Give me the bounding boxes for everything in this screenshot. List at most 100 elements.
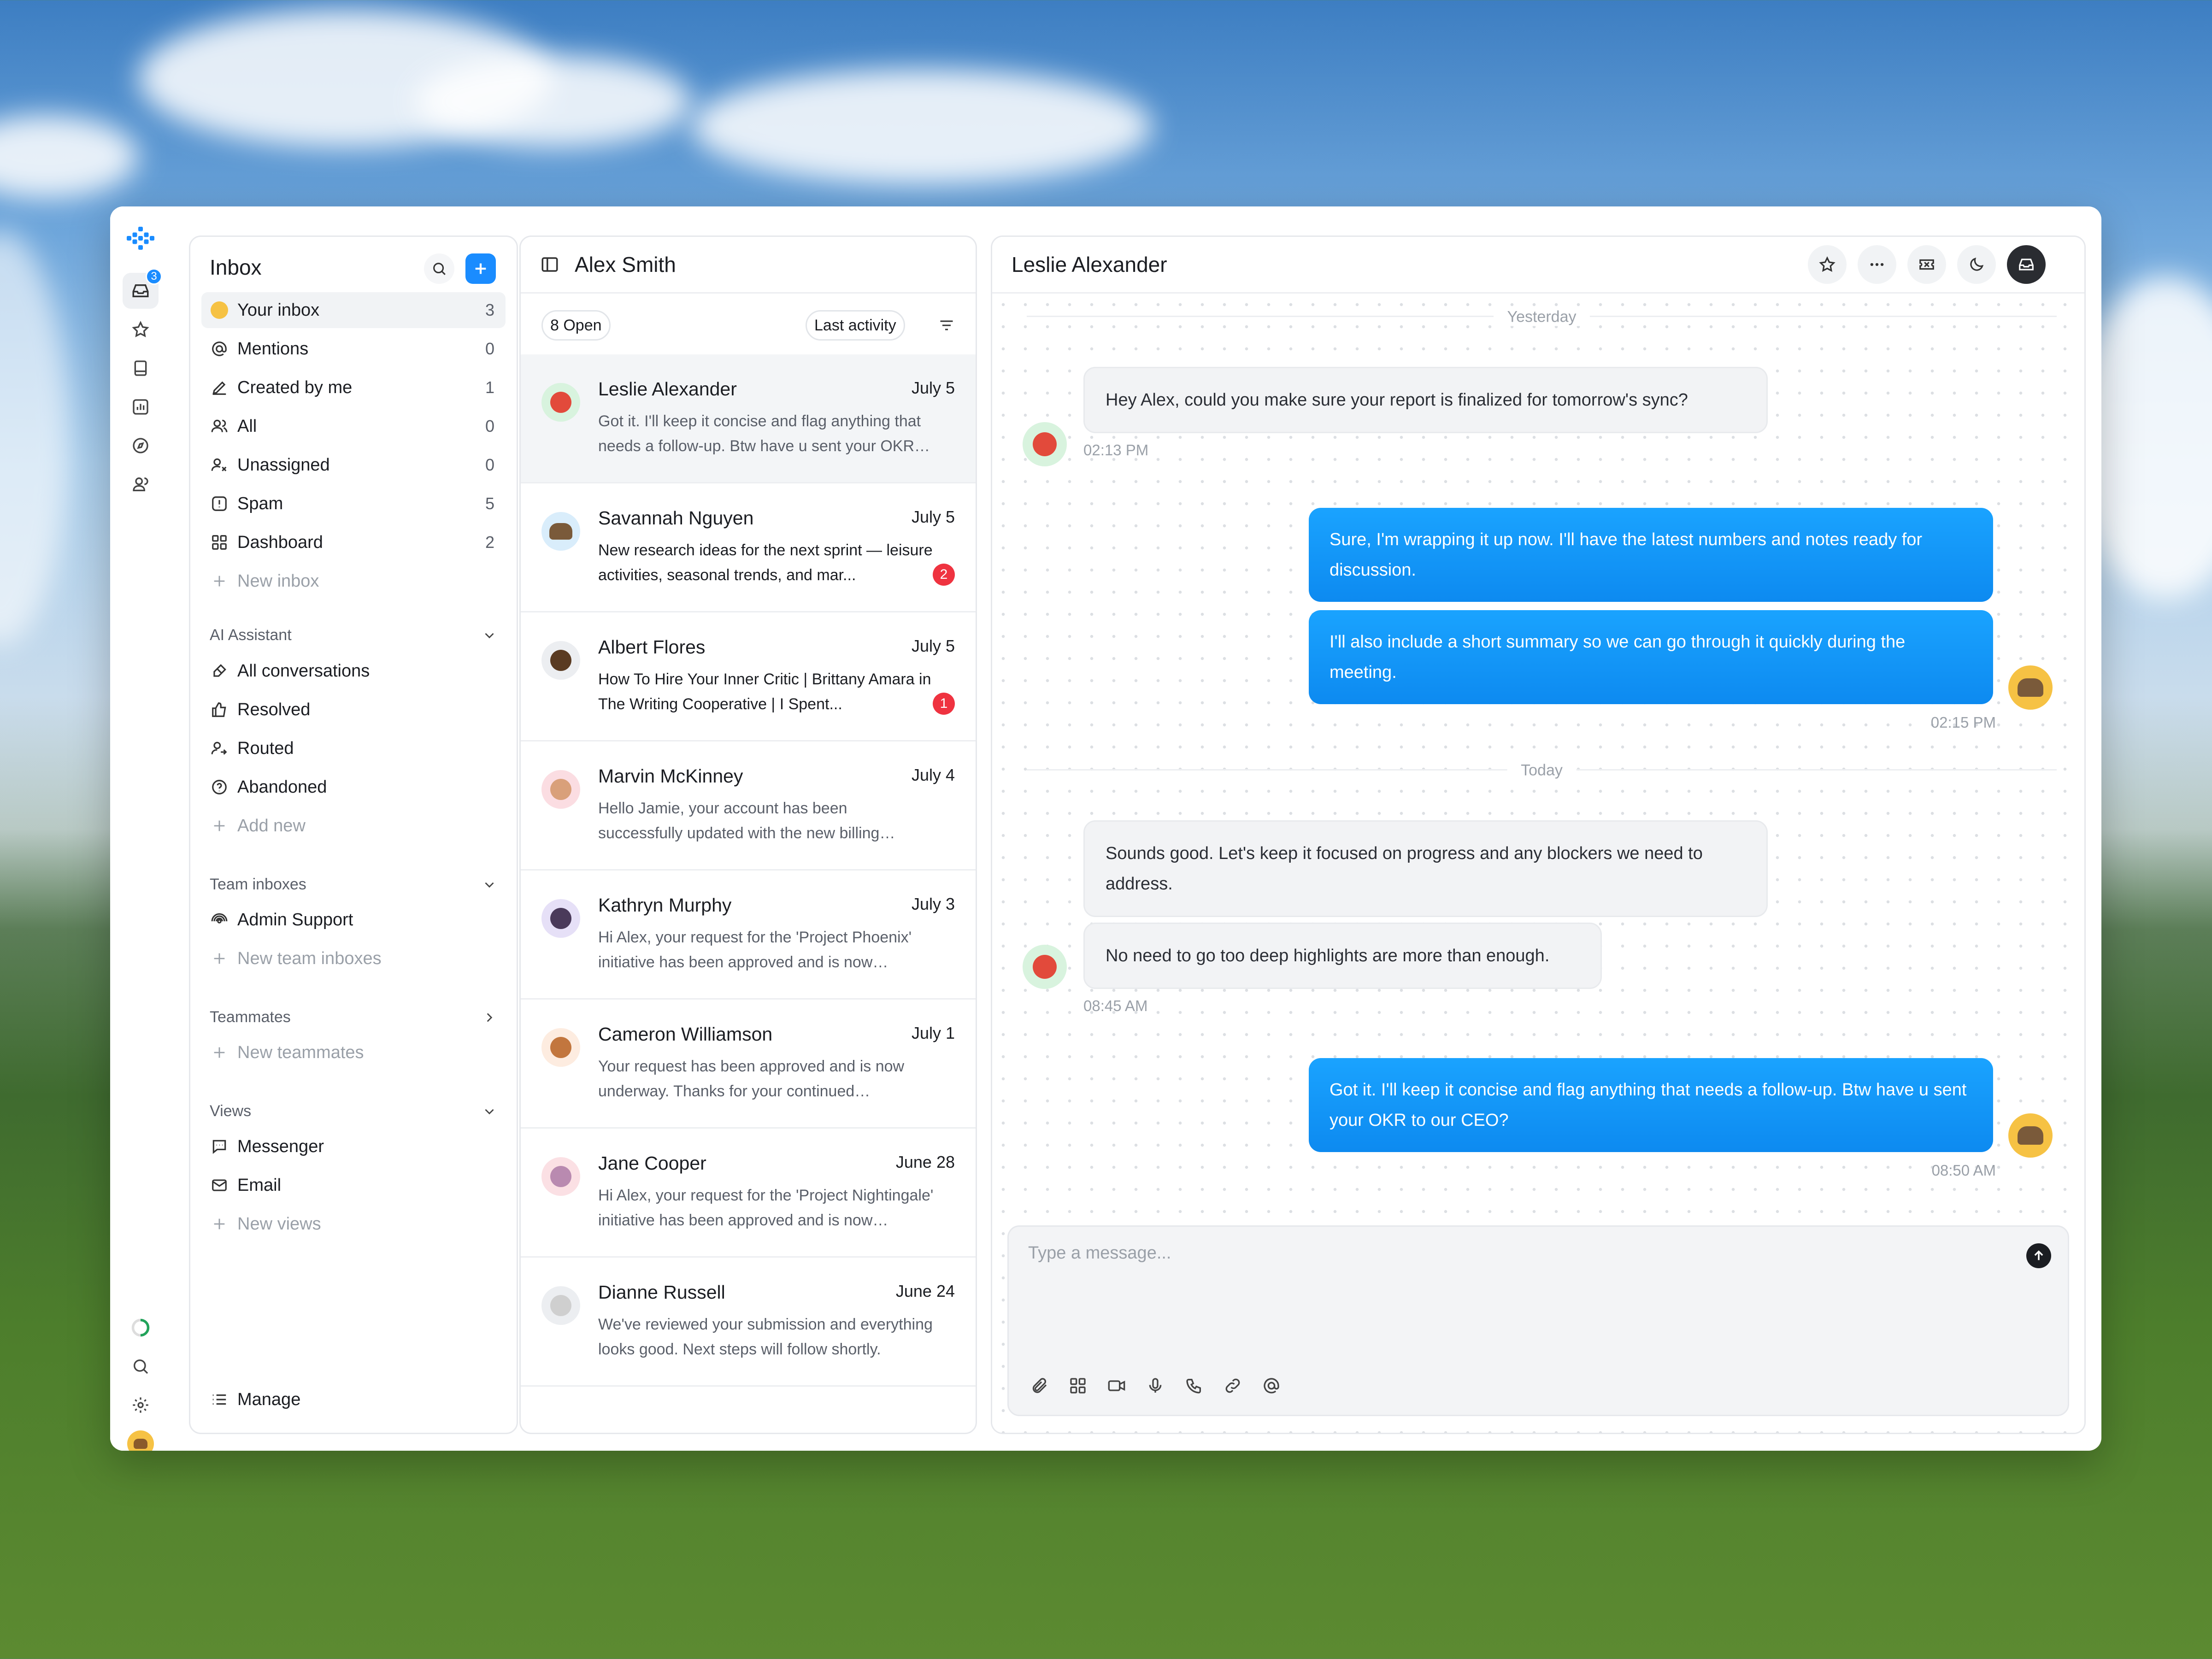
conversation-date: July 1	[911, 1024, 955, 1042]
conversation-item[interactable]: Kathryn Murphy July 3 Hi Alex, your requ…	[521, 871, 976, 1000]
conversation-date: July 5	[911, 378, 955, 397]
sidebar-item-count: 0	[485, 455, 494, 474]
new-views-button[interactable]: New views	[201, 1206, 506, 1242]
dark-mode-button[interactable]	[1957, 245, 1996, 284]
rail-users-icon[interactable]	[123, 466, 159, 502]
section-title: Views	[210, 1102, 252, 1120]
star-button[interactable]	[1808, 245, 1847, 284]
rail-settings-icon[interactable]	[123, 1387, 159, 1423]
logo-icon[interactable]	[123, 220, 159, 256]
manage-button[interactable]: Manage	[201, 1382, 506, 1418]
sidebar-item-spam[interactable]: Spam 5	[201, 486, 506, 522]
filter-button[interactable]	[931, 310, 962, 341]
more-button[interactable]	[1858, 245, 1896, 284]
plus-icon	[210, 949, 229, 968]
list-icon	[210, 1390, 229, 1409]
conversation-item[interactable]: Cameron Williamson July 1 Your request h…	[521, 1000, 976, 1129]
rail-star-icon[interactable]	[123, 312, 159, 347]
conversation-preview: Your request has been approved and is no…	[598, 1058, 905, 1100]
plus-icon	[210, 1214, 229, 1234]
sidebar-item-count: 0	[485, 339, 494, 358]
message-input[interactable]: Type a message...	[1028, 1243, 1171, 1263]
conversation-item[interactable]: Jane Cooper June 28 Hi Alex, your reques…	[521, 1129, 976, 1258]
microphone-button[interactable]	[1141, 1372, 1169, 1400]
grid-icon	[210, 533, 229, 552]
apps-button[interactable]	[1064, 1372, 1092, 1400]
avatar	[541, 641, 580, 680]
section-title: Teammates	[210, 1008, 291, 1026]
sidebar-item-label: Messenger	[237, 1136, 324, 1156]
conversation-preview: Hi Alex, your request for the 'Project P…	[598, 929, 912, 971]
conversation-name: Savannah Nguyen	[598, 507, 754, 529]
conversation-item[interactable]: Leslie Alexander July 5 Got it. I'll kee…	[521, 354, 976, 483]
new-teammates-button[interactable]: New teammates	[201, 1035, 506, 1071]
sidebar-item-mentions[interactable]: Mentions 0	[201, 331, 506, 367]
ticket-button[interactable]	[1907, 245, 1946, 284]
views-section[interactable]: Views	[210, 1102, 497, 1120]
video-icon	[1108, 1380, 1125, 1391]
outgoing-message: Sure, I'm wrapping it up now. I'll have …	[1309, 508, 1993, 602]
outgoing-message: Got it. I'll keep it concise and flag an…	[1309, 1058, 1993, 1152]
avatar-icon	[210, 300, 229, 320]
team-inboxes-section[interactable]: Team inboxes	[210, 876, 497, 894]
rail-inbox[interactable]: 3	[123, 268, 162, 309]
conversation-name: Marvin McKinney	[598, 765, 743, 787]
sidebar-search-button[interactable]	[424, 253, 454, 284]
sidebar-item-your-inbox[interactable]: Your inbox 3	[201, 292, 506, 328]
sidebar-item-label: Spam	[237, 494, 283, 513]
rail-search-icon[interactable]	[123, 1348, 159, 1384]
filter-icon	[940, 320, 953, 330]
user-avatar[interactable]	[123, 1426, 159, 1451]
attach-button[interactable]	[1025, 1372, 1053, 1400]
conversation-list-panel: Alex Smith 8 Open Last activity Leslie A…	[519, 235, 977, 1434]
add-new-button[interactable]: Add new	[201, 808, 506, 844]
manage-label: Manage	[237, 1389, 301, 1409]
conversation-date: June 28	[895, 1153, 955, 1171]
list-title: Alex Smith	[575, 253, 676, 276]
new-team-inboxes-button[interactable]: New team inboxes	[201, 941, 506, 977]
avatar	[541, 383, 580, 422]
conversation-item[interactable]: Dianne Russell June 24 We've reviewed yo…	[521, 1258, 976, 1387]
sidebar-item-created-by-me[interactable]: Created by me 1	[201, 370, 506, 406]
sidebar-item-messenger[interactable]: Messenger	[201, 1129, 506, 1165]
ai-assistant-section[interactable]: AI Assistant	[210, 626, 497, 644]
conversation-item[interactable]: Savannah Nguyen July 5 New research idea…	[521, 483, 976, 612]
phone-icon	[1186, 1379, 1201, 1394]
date-divider: Yesterday	[1027, 308, 2057, 326]
chevron-down-icon	[485, 1109, 494, 1114]
sidebar-item-abandoned[interactable]: Abandoned	[201, 769, 506, 805]
mention-button[interactable]	[1258, 1372, 1285, 1400]
sidebar-item-count: 3	[485, 300, 494, 319]
sidebar-item-all[interactable]: All 0	[201, 408, 506, 444]
broom-icon	[210, 661, 229, 681]
conversation-item[interactable]: Marvin McKinney July 4 Hello Jamie, your…	[521, 741, 976, 871]
sidebar-item-dashboard[interactable]: Dashboard 2	[201, 524, 506, 560]
conversation-item[interactable]: Albert Flores July 5 How To Hire Your In…	[521, 612, 976, 741]
sidebar-add-button[interactable]	[465, 253, 496, 284]
rail-chart-icon[interactable]	[123, 389, 159, 425]
archive-button[interactable]	[2007, 245, 2046, 284]
sidebar-item-count: 1	[485, 378, 494, 397]
phone-button[interactable]	[1180, 1372, 1208, 1400]
link-button[interactable]	[1219, 1372, 1247, 1400]
send-button[interactable]	[2026, 1243, 2051, 1268]
incoming-message: No need to go too deep highlights are mo…	[1083, 923, 1602, 989]
video-button[interactable]	[1103, 1372, 1130, 1400]
open-filter-chip[interactable]: 8 Open	[541, 310, 611, 341]
sidebar-item-email[interactable]: Email	[201, 1167, 506, 1203]
sort-select[interactable]: Last activity	[806, 310, 905, 341]
message-time: 02:13 PM	[1083, 441, 1149, 459]
sidebar-item-label: Email	[237, 1175, 282, 1195]
sidebar-item-admin-support[interactable]: Admin Support	[201, 902, 506, 938]
sidebar-item-routed[interactable]: Routed	[201, 730, 506, 766]
sidebar-toggle-icon[interactable]	[540, 255, 559, 274]
rail-book-icon[interactable]	[123, 350, 159, 386]
unread-badge: 1	[933, 693, 955, 715]
status-icon[interactable]	[123, 1310, 159, 1346]
sidebar-item-all-conversations[interactable]: All conversations	[201, 653, 506, 689]
teammates-section[interactable]: Teammates	[210, 1008, 497, 1026]
rail-compass-icon[interactable]	[123, 428, 159, 464]
sidebar-item-unassigned[interactable]: Unassigned 0	[201, 447, 506, 483]
new-inbox-button[interactable]: New inbox	[201, 563, 506, 599]
sidebar-item-resolved[interactable]: Resolved	[201, 692, 506, 728]
